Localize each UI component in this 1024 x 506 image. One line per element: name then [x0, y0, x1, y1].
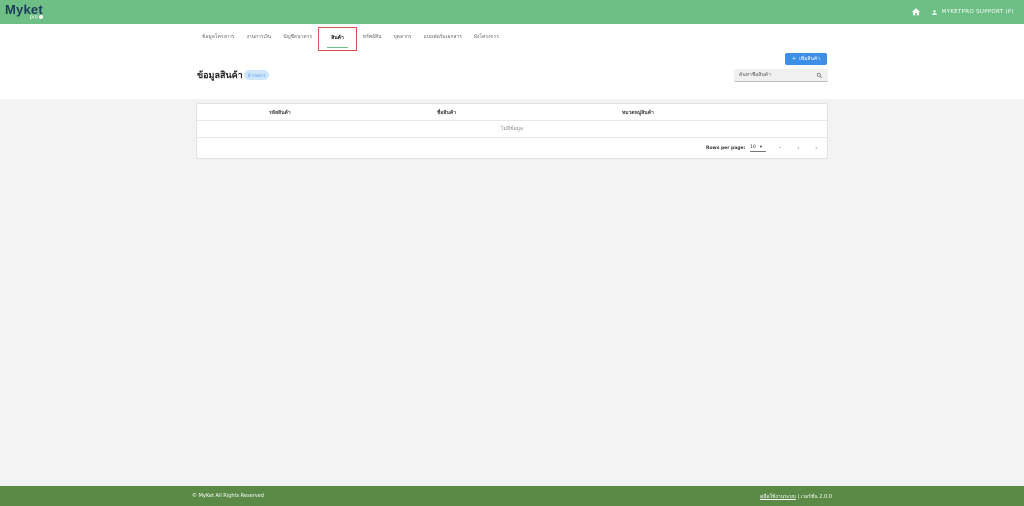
page-title: ข้อมูลสินค้า	[197, 70, 243, 80]
rows-per-page-value: 10	[750, 145, 756, 150]
column-header-product-code[interactable]: รหัสสินค้า	[269, 109, 291, 117]
footer-links: คู่มือใช้งานระบบ | เวอร์ชั่น 2.0.0	[760, 493, 832, 501]
home-icon[interactable]	[911, 7, 921, 17]
nav-item-assets[interactable]: ทรัพย์สิน	[357, 27, 388, 51]
nav-item-personnel[interactable]: บุคลากร	[388, 27, 418, 51]
rows-per-page-label: Rows per page:	[706, 146, 746, 151]
item-count-badge: 0 รายการ	[244, 70, 270, 80]
chevron-down-icon: ▾	[759, 145, 762, 150]
nav-item-project-info[interactable]: ข้อมูลโครงการ	[196, 27, 240, 51]
column-header-product-category[interactable]: หมวดหมู่สินค้า	[622, 109, 654, 117]
page-header: ข้อมูลโครงการ งานการเงิน บัญชีธนาคาร สิน…	[0, 24, 1024, 99]
main-nav: ข้อมูลโครงการ งานการเงิน บัญชีธนาคาร สิน…	[196, 27, 505, 51]
myket-logo[interactable]: Myket pro	[5, 3, 43, 21]
rows-per-page-select[interactable]: 10 ▾	[750, 145, 766, 152]
nav-item-products[interactable]: สินค้า	[318, 27, 357, 51]
user-icon	[931, 9, 937, 15]
copyright-text: © MyKet All Rights Reserved	[192, 493, 264, 499]
user-manual-link[interactable]: คู่มือใช้งานระบบ	[760, 494, 796, 500]
product-search-input[interactable]	[739, 72, 809, 78]
user-name: MYKETPRO SUPPORT (P)	[941, 9, 1014, 15]
search-icon[interactable]	[816, 72, 823, 79]
add-product-button[interactable]: + เพิ่มสินค้า	[785, 53, 827, 65]
nav-item-bank-account[interactable]: บัญชีธนาคาร	[277, 27, 318, 51]
table-header-row: รหัสสินค้า ชื่อสินค้า หมวดหมู่สินค้า	[197, 104, 827, 121]
logo-sub-text: pro	[30, 15, 43, 21]
logo-sub-label: pro	[29, 14, 38, 21]
chevron-left-icon[interactable]: ‹	[797, 144, 800, 152]
nav-item-document-forms[interactable]: แบบฟอร์มเอกสาร	[418, 27, 468, 51]
plus-icon: +	[791, 56, 797, 62]
top-right-actions: MYKETPRO SUPPORT (P)	[911, 7, 1014, 17]
page-footer: © MyKet All Rights Reserved คู่มือใช้งาน…	[0, 486, 1024, 506]
empty-table-message: ไม่มีข้อมูล	[197, 121, 827, 138]
page-range-text: –	[779, 146, 782, 151]
user-menu[interactable]: MYKETPRO SUPPORT (P)	[931, 9, 1014, 16]
products-table: รหัสสินค้า ชื่อสินค้า หมวดหมู่สินค้า ไม่…	[196, 103, 828, 159]
table-pagination: Rows per page: 10 ▾ – ‹ ›	[197, 138, 827, 159]
logo-dot-icon	[38, 15, 43, 20]
chevron-right-icon[interactable]: ›	[815, 144, 818, 152]
add-product-label: เพิ่มสินค้า	[799, 56, 821, 62]
nav-item-project-plan[interactable]: ผังโครงการ	[468, 27, 505, 51]
top-app-bar: Myket pro MYKETPRO SUPPORT (P)	[0, 0, 1024, 24]
nav-item-finance[interactable]: งานการเงิน	[240, 27, 277, 51]
version-text: | เวอร์ชั่น 2.0.0	[795, 494, 832, 500]
product-search-box	[734, 69, 828, 82]
column-header-product-name[interactable]: ชื่อสินค้า	[437, 109, 456, 117]
